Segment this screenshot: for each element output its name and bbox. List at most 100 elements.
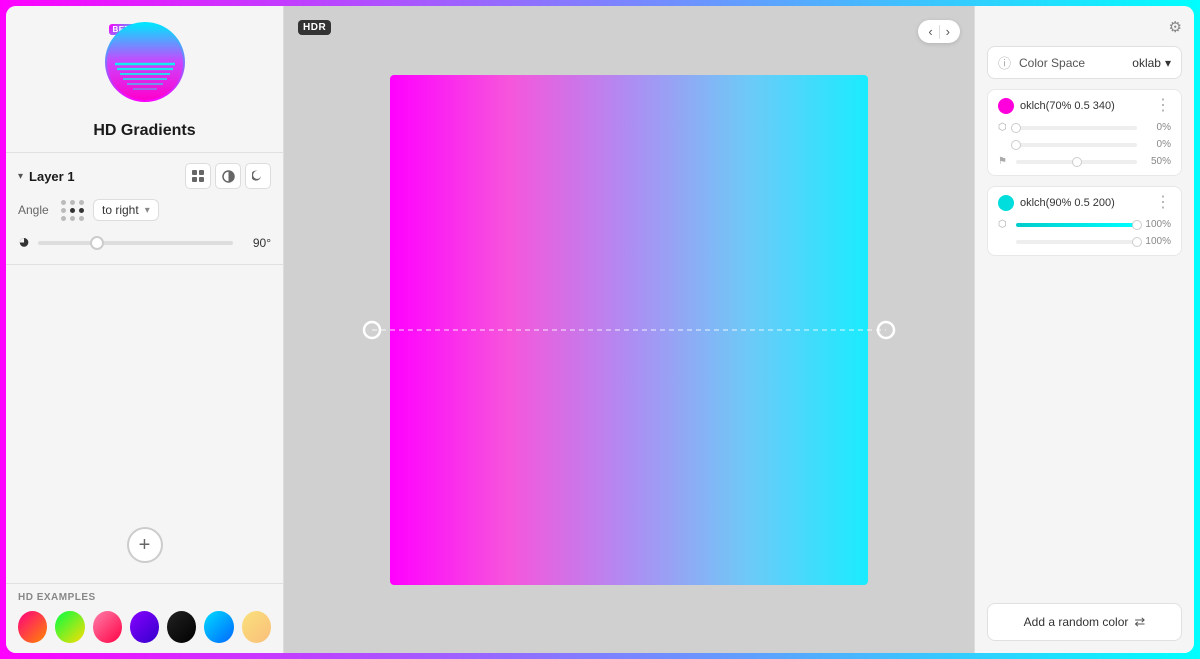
color-1-sliders: ⬡ 0% 0% ⚑ <box>998 122 1171 167</box>
color-1-swatch[interactable] <box>998 98 1014 114</box>
slider-2-track[interactable] <box>1016 143 1137 147</box>
color-2-swatch[interactable] <box>998 195 1014 211</box>
example-1[interactable] <box>18 611 47 643</box>
hdr-badge: HDR <box>298 20 331 35</box>
layer-section: ▾ Layer 1 <box>6 153 283 265</box>
color-2-slider-1-thumb[interactable] <box>1132 220 1142 230</box>
color-1-name[interactable]: oklch(70% 0.5 340) <box>1020 100 1149 112</box>
slider-3-track[interactable] <box>1016 160 1137 164</box>
slider-1-value: 0% <box>1143 122 1171 133</box>
add-layer-area: + <box>6 265 283 583</box>
link-icon-3: ⬡ <box>998 219 1010 230</box>
color-1-more-button[interactable]: ⋮ <box>1155 98 1171 114</box>
color-1-slider-3: ⚑ 50% <box>998 156 1171 167</box>
color-stop-2-card: oklch(90% 0.5 200) ⋮ ⬡ 100% <box>987 186 1182 256</box>
dot-tr[interactable] <box>79 200 84 205</box>
color-2-slider-2-track[interactable] <box>1016 240 1137 244</box>
angle-label: Angle <box>18 203 53 217</box>
layer-header: ▾ Layer 1 <box>18 163 271 189</box>
sidebar: BETA <box>6 6 284 653</box>
example-2[interactable] <box>55 611 84 643</box>
moon-button[interactable] <box>245 163 271 189</box>
pie-icon: ◕ <box>18 231 30 254</box>
right-panel: ⚙ ⓘ Color Space oklab ▾ oklch(70% 0.5 34… <box>974 6 1194 653</box>
color-space-row: ⓘ Color Space oklab ▾ <box>987 46 1182 79</box>
grid-view-button[interactable] <box>185 163 211 189</box>
color-2-sliders: ⬡ 100% 100% <box>998 219 1171 247</box>
plus-icon: + <box>139 534 151 557</box>
next-arrow-button[interactable]: › <box>944 24 952 39</box>
chevron-down-icon: ▾ <box>145 205 150 216</box>
angle-direction-select[interactable]: to right ▾ <box>93 199 159 221</box>
examples-section: HD EXAMPLES <box>6 583 283 653</box>
dot-ml[interactable] <box>61 208 66 213</box>
dot-mr[interactable] <box>79 208 84 213</box>
half-circle-icon <box>222 170 235 183</box>
color-2-slider-2-thumb[interactable] <box>1132 237 1142 247</box>
dot-br[interactable] <box>79 216 84 221</box>
slider-2-value: 0% <box>1143 139 1171 150</box>
logo-wrap: BETA <box>105 22 185 112</box>
gradient-line-svg <box>372 310 886 350</box>
layer-icons <box>185 163 271 189</box>
logo-svg <box>105 22 185 102</box>
color-2-slider-2-value: 100% <box>1143 236 1171 247</box>
angle-slider-track[interactable] <box>38 241 233 245</box>
navigation-arrows: ‹ › <box>918 20 960 43</box>
direction-dots[interactable] <box>61 200 85 221</box>
color-stop-1-card: oklch(70% 0.5 340) ⋮ ⬡ 0% <box>987 89 1182 176</box>
color-space-value: oklab <box>1132 56 1161 70</box>
add-layer-button[interactable]: + <box>127 527 163 563</box>
color-space-chevron-icon: ▾ <box>1165 56 1171 70</box>
prev-arrow-button[interactable]: ‹ <box>926 24 934 39</box>
example-3[interactable] <box>93 611 122 643</box>
color-1-header: oklch(70% 0.5 340) ⋮ <box>998 98 1171 114</box>
app-logo <box>105 22 185 102</box>
slider-2-thumb[interactable] <box>1011 140 1021 150</box>
angle-degree-value: 90° <box>241 236 271 250</box>
color-space-select[interactable]: oklab ▾ <box>1132 56 1171 70</box>
add-random-color-button[interactable]: Add a random color ⇄ <box>987 603 1182 641</box>
angle-slider-row: ◕ 90° <box>18 231 271 254</box>
layer-title-row: ▾ Layer 1 <box>18 169 75 184</box>
layer-collapse-arrow[interactable]: ▾ <box>18 171 23 182</box>
gradient-preview[interactable] <box>390 75 868 585</box>
main-canvas: HDR ‹ › <box>284 6 974 653</box>
example-6[interactable] <box>204 611 233 643</box>
examples-row <box>18 611 271 643</box>
dot-tl[interactable] <box>61 200 66 205</box>
layer-title: Layer 1 <box>29 169 75 184</box>
dot-bc[interactable] <box>70 216 75 221</box>
example-7[interactable] <box>242 611 271 643</box>
color-2-slider-2: 100% <box>998 236 1171 247</box>
examples-label: HD EXAMPLES <box>18 592 271 603</box>
dot-tc[interactable] <box>70 200 75 205</box>
flag-icon: ⚑ <box>998 156 1010 167</box>
info-icon[interactable]: ⓘ <box>998 53 1011 72</box>
half-circle-button[interactable] <box>215 163 241 189</box>
grid-icon <box>192 170 204 182</box>
color-2-header: oklch(90% 0.5 200) ⋮ <box>998 195 1171 211</box>
slider-1-thumb[interactable] <box>1011 123 1021 133</box>
dot-bl[interactable] <box>61 216 66 221</box>
example-5[interactable] <box>167 611 196 643</box>
nav-divider <box>939 25 940 39</box>
slider-3-thumb[interactable] <box>1072 157 1082 167</box>
dot-mc[interactable] <box>70 208 75 213</box>
color-1-slider-2: 0% <box>998 139 1171 150</box>
slider-1-track[interactable] <box>1016 126 1137 130</box>
color-1-slider-1: ⬡ 0% <box>998 122 1171 133</box>
example-4[interactable] <box>130 611 159 643</box>
angle-row: Angle to right ▾ <box>18 199 271 221</box>
moon-icon <box>252 170 264 182</box>
color-2-slider-1-track[interactable] <box>1016 223 1137 227</box>
angle-direction-value: to right <box>102 203 139 217</box>
link-icon-1: ⬡ <box>998 122 1010 133</box>
color-2-slider-1: ⬡ 100% <box>998 219 1171 230</box>
shuffle-icon: ⇄ <box>1134 614 1145 630</box>
color-2-name[interactable]: oklch(90% 0.5 200) <box>1020 197 1149 209</box>
angle-slider-thumb[interactable] <box>90 236 104 250</box>
color-2-more-button[interactable]: ⋮ <box>1155 195 1171 211</box>
settings-icon-row: ⚙ <box>987 18 1182 36</box>
settings-button[interactable]: ⚙ <box>1169 18 1182 36</box>
